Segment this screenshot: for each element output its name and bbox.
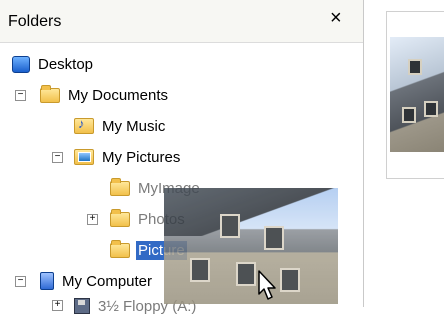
tree-item-my-music[interactable]: My Music <box>74 114 167 138</box>
computer-icon <box>40 272 54 290</box>
mouse-pointer-icon <box>258 270 276 300</box>
folders-header: Folders × <box>0 0 363 43</box>
folders-title: Folders <box>8 13 62 30</box>
thumbnail-photo <box>390 37 444 152</box>
drag-image-window <box>220 214 240 238</box>
drag-image-window <box>280 268 300 292</box>
expand-toggle-floppy[interactable]: + <box>52 300 63 311</box>
tree-item-desktop[interactable]: Desktop <box>12 52 95 76</box>
drag-image-roof <box>164 188 338 236</box>
close-icon[interactable]: × <box>330 8 342 28</box>
folder-icon <box>110 177 130 196</box>
tree-item-label: My Documents <box>68 86 169 104</box>
drag-ghost-image <box>164 188 338 304</box>
thumbnail-window <box>424 101 438 117</box>
collapse-toggle-my-computer[interactable]: − <box>15 276 26 287</box>
tree-item-my-computer[interactable]: My Computer <box>40 269 154 293</box>
drag-image-window <box>190 258 210 282</box>
collapse-toggle-my-pictures[interactable]: − <box>52 152 63 163</box>
drag-image-window <box>264 226 284 250</box>
drag-image-window <box>236 262 256 286</box>
thumbnail-window <box>402 107 416 123</box>
tree-item-label: My Music <box>102 117 166 135</box>
tree-item-label: My Pictures <box>102 148 181 166</box>
music-folder-icon <box>74 116 94 134</box>
folder-icon <box>110 208 130 227</box>
collapse-toggle-my-documents[interactable]: − <box>15 90 26 101</box>
folder-icon <box>110 239 130 258</box>
image-thumbnail[interactable] <box>386 11 444 179</box>
expand-toggle-photos[interactable]: + <box>87 214 98 225</box>
pictures-folder-icon <box>74 149 94 165</box>
thumbnail-window <box>408 59 422 75</box>
tree-item-label: Desktop <box>38 55 94 73</box>
tree-item-my-pictures[interactable]: My Pictures <box>74 145 182 169</box>
my-documents-folder-icon <box>40 84 60 103</box>
floppy-icon <box>74 298 90 314</box>
tree-item-my-documents[interactable]: My Documents <box>40 83 170 107</box>
tree-item-label: My Computer <box>62 272 153 290</box>
desktop-icon <box>12 55 30 73</box>
